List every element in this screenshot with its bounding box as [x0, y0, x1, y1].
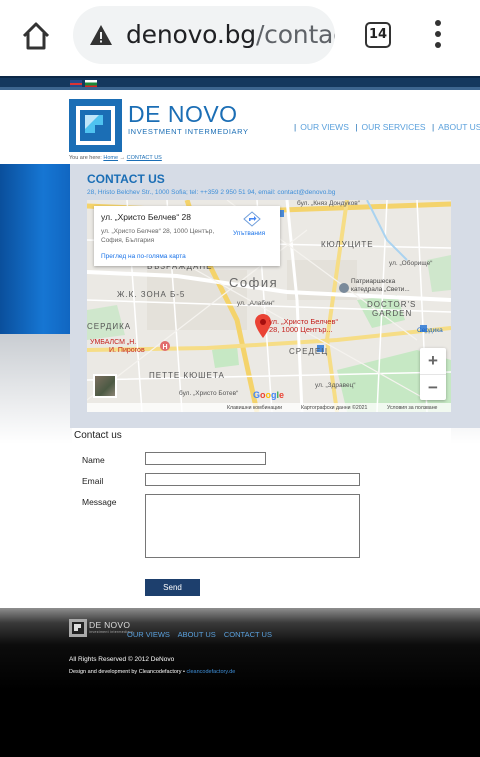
design-credit: Design and development by Cleancodefacto… — [69, 669, 235, 675]
map-label-oborishte: ул. „Оборище“ — [389, 260, 433, 267]
map-shortcuts-link[interactable]: Клавишни комбинации — [227, 405, 282, 411]
name-label: Name — [82, 455, 105, 465]
footer-nav-our-views[interactable]: OUR VIEWS — [127, 630, 170, 639]
breadcrumb: You are here: Home → CONTACT US — [69, 155, 162, 161]
home-icon[interactable] — [18, 18, 54, 54]
footer-nav-contact-us[interactable]: CONTACT US — [224, 630, 272, 639]
message-label: Message — [82, 497, 117, 507]
more-vert-icon[interactable] — [432, 20, 444, 50]
breadcrumb-home[interactable]: Home — [103, 155, 118, 161]
nav-our-views[interactable]: OUR VIEWS — [300, 122, 349, 132]
map-pin-label-line2: 28, 1000 Център... — [269, 325, 333, 334]
screen: denovo.bg/contact 14 DE NOVO INVESTMENT … — [0, 0, 480, 757]
map-label-zona-b5: Ж.К. ЗОНА Б-5 — [117, 290, 186, 299]
footer-logo-name[interactable]: DE NOVO — [89, 620, 130, 630]
map-label-hospital-1: УМБАЛСМ „Н. — [90, 339, 137, 346]
logo-subtitle: INVESTMENT INTERMEDIARY — [128, 127, 249, 136]
message-field[interactable] — [145, 494, 360, 558]
nav-about-us[interactable]: ABOUT US — [438, 122, 480, 132]
layers-icon[interactable] — [93, 374, 117, 398]
map-label-hospital-2: И. Пирогов — [109, 347, 145, 354]
map-info-card: ул. „Христо Белчев“ 28 ул. „Христо Белче… — [94, 206, 280, 266]
map-label-doctors-garden-1: DOCTOR'S — [367, 300, 417, 309]
side-decoration — [0, 164, 72, 334]
address-line: 28, Hristo Belchev Str., 1000 Sofia; tel… — [87, 189, 336, 196]
google-logo: Google — [253, 390, 285, 400]
directions-icon[interactable] — [242, 211, 262, 227]
url-text: denovo.bg/contact — [126, 20, 335, 49]
zoom-out-button[interactable]: − — [420, 374, 446, 400]
map-label-hristo-botev: бул. „Христо Ботев“ — [179, 390, 239, 397]
map-label-serdika-district: СЕРДИКА — [87, 322, 132, 331]
map-label-doctors-garden-2: GARDEN — [372, 309, 413, 318]
map-label-alabin: ул. „Алабин“ — [237, 300, 275, 307]
map-card-title: ул. „Христо Белчев“ 28 — [101, 212, 191, 222]
map-label-dondukov: бул. „Княз Дондуков“ — [297, 200, 360, 207]
copyright-text: All Rights Reserved © 2012 DeNovo — [69, 656, 175, 663]
map-data-credit: Картографски данни ©2021 — [301, 404, 368, 411]
url-path: /contact — [255, 20, 335, 49]
contact-panel: CONTACT US 28, Hristo Belchev Str., 1000… — [70, 164, 480, 428]
svg-text:H: H — [163, 344, 168, 351]
zoom-in-button[interactable]: + — [420, 348, 446, 374]
email-label: Email — [82, 476, 104, 486]
logo-name: DE NOVO — [128, 101, 238, 127]
map-label-zdravets: ул. „Здравец“ — [315, 382, 356, 389]
map-label-cathedral-2: катедрала „Свети... — [351, 286, 410, 293]
directions-link[interactable]: Упътвания — [233, 230, 265, 237]
site-topband — [0, 76, 480, 90]
map-label-sofia: София — [229, 275, 279, 290]
site-header: DE NOVO INVESTMENT INTERMEDIARY | OUR VIE… — [0, 90, 480, 164]
map-label-cathedral-1: Патриаршеска — [351, 278, 396, 285]
footer-logo-icon[interactable] — [69, 619, 87, 637]
nav-our-services[interactable]: OUR SERVICES — [361, 122, 425, 132]
name-field[interactable] — [145, 452, 266, 465]
embedded-map[interactable]: H София КЮЛУЦИТЕ ВЪЗРАЖДАНЕ Ж.К. ЗОНА Б-… — [87, 200, 451, 412]
address-bar[interactable]: denovo.bg/contact — [73, 6, 335, 64]
logo-icon[interactable] — [69, 99, 122, 152]
send-button[interactable]: Send — [145, 579, 200, 596]
url-host: denovo.bg — [126, 20, 256, 49]
map-card-address: ул. „Христо Белчев“ 28, 1000 Център, Соф… — [101, 228, 215, 244]
side-gradient — [0, 334, 72, 444]
footer-nav: OUR VIEWS ABOUT US CONTACT US — [127, 630, 278, 639]
breadcrumb-prefix: You are here: — [69, 155, 102, 161]
map-zoom-control: + − — [420, 348, 446, 400]
design-credit-text: Design and development by Cleancodefacto… — [69, 669, 185, 675]
page-bottom — [0, 690, 480, 757]
warning-icon[interactable] — [89, 24, 113, 46]
map-label-kyuluitse: КЮЛУЦИТЕ — [321, 240, 374, 249]
map-footer: Клавишни комбинации Картографски данни ©… — [87, 403, 451, 412]
footer-nav-about-us[interactable]: ABOUT US — [178, 630, 216, 639]
site-footer: DE NOVO investment intermediary OUR VIEW… — [0, 608, 480, 690]
design-credit-link[interactable]: cleancodefactory.de — [187, 669, 236, 675]
breadcrumb-current[interactable]: CONTACT US — [127, 155, 162, 161]
map-label-sredets: СРЕДЕЦ — [289, 347, 329, 356]
logo-text[interactable]: DE NOVO INVESTMENT INTERMEDIARY — [128, 101, 249, 137]
tabs-icon[interactable]: 14 — [365, 22, 391, 48]
form-title: Contact us — [74, 430, 122, 441]
map-label-serdika: Сердика — [417, 327, 443, 334]
bigger-map-link[interactable]: Преглед на по-голяма карта — [101, 253, 186, 260]
map-label-petteky: ПЕТТЕ КЮШЕТА — [149, 371, 225, 380]
browser-toolbar: denovo.bg/contact 14 — [0, 0, 480, 72]
breadcrumb-arrow: → — [119, 155, 126, 161]
map-terms-link[interactable]: Условия за ползване — [387, 405, 437, 411]
map-pin-label: ул. „Христо Белчев“ 28, 1000 Център... — [269, 318, 338, 334]
email-field[interactable] — [145, 473, 360, 486]
top-nav: |OUR VIEWS |OUR SERVICES |ABOUT US |M — [294, 122, 480, 132]
page-title: CONTACT US — [87, 172, 165, 186]
